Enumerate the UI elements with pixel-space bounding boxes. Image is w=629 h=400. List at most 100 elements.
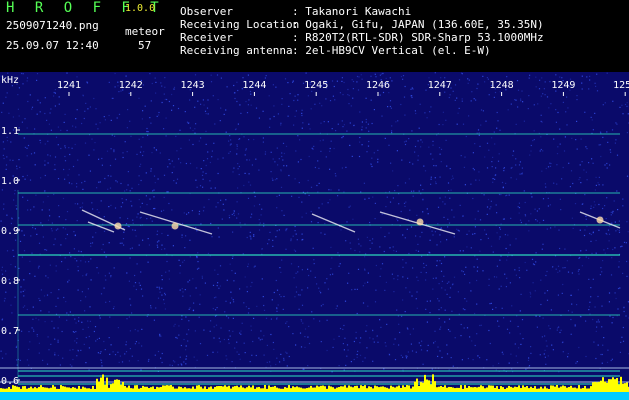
noise-dot [294,178,296,180]
level-bar [432,374,434,392]
noise-dot [328,189,330,191]
noise-dot [261,278,263,280]
noise-dot [422,199,424,201]
noise-dot [318,167,320,169]
noise-dot [338,365,340,367]
noise-dot [10,141,12,143]
noise-dot [449,197,451,199]
noise-dot [185,355,188,357]
level-bar [26,388,28,392]
noise-dot [96,338,98,340]
noise-dot [29,179,32,181]
noise-dot [551,266,554,268]
level-bar [528,388,530,392]
noise-dot [541,77,543,79]
noise-dot [458,230,460,232]
noise-dot [349,122,351,124]
noise-dot [380,227,382,229]
noise-dot [498,325,500,327]
noise-dot [111,134,113,136]
noise-dot [58,316,60,318]
noise-dot [370,99,372,101]
noise-dot [383,250,385,253]
noise-dot [150,217,152,219]
noise-dot [493,276,496,278]
noise-dot [537,103,539,105]
noise-dot [76,76,78,78]
noise-dot [12,249,14,251]
noise-dot [46,294,49,296]
noise-dot [129,248,131,250]
noise-dot [449,330,451,332]
noise-dot [470,100,472,102]
noise-dot [610,359,612,362]
noise-dot [251,213,253,215]
level-bar [212,388,214,392]
noise-dot [19,359,21,361]
meteor-head [416,218,424,226]
level-bar [612,377,614,392]
noise-dot [93,97,95,100]
noise-dot [149,117,151,119]
noise-dot [461,98,463,100]
noise-dot [529,74,531,76]
noise-dot [301,216,303,218]
noise-dot [365,121,367,123]
noise-dot [470,183,472,185]
level-bar [198,385,200,392]
noise-dot [589,75,591,77]
noise-dot [251,354,253,356]
noise-dot [210,74,212,76]
noise-dot [602,184,604,186]
noise-dot [208,198,210,201]
noise-dot [435,165,437,167]
noise-dot [55,305,57,307]
noise-dot [58,103,60,105]
noise-dot [538,88,541,90]
noise-dot [135,341,137,343]
noise-dot [220,327,222,329]
noise-dot [44,174,46,177]
noise-dot [10,263,12,266]
level-bar [226,386,228,392]
noise-dot [473,266,475,268]
noise-dot [165,135,167,137]
noise-dot [479,250,481,252]
noise-dot [434,177,436,179]
noise-dot [133,285,135,287]
noise-dot [193,356,195,358]
noise-dot [21,330,23,332]
noise-dot [466,300,468,302]
noise-dot [168,159,170,161]
noise-dot [83,117,85,120]
level-bar [458,387,460,392]
noise-dot [48,209,50,211]
noise-dot [336,80,338,82]
noise-dot [273,348,275,350]
level-bar [342,386,344,392]
noise-dot [32,227,34,229]
level-bar [328,385,330,392]
noise-dot [601,305,603,307]
level-bar [350,386,352,392]
noise-dot [26,127,28,129]
level-bar [482,386,484,392]
level-bar [470,387,472,392]
noise-dot [376,335,378,337]
noise-dot [194,330,196,332]
noise-dot [545,186,547,188]
noise-dot [411,295,413,297]
noise-dot [67,174,69,176]
noise-dot [297,161,299,163]
noise-dot [77,350,79,352]
noise-dot [84,142,87,144]
noise-dot [457,112,459,114]
noise-dot [612,248,614,251]
noise-dot [80,260,82,262]
meta-observer: Observer: Takanori Kawachi [180,5,412,18]
noise-dot [150,100,152,102]
noise-dot [310,221,313,223]
noise-dot [248,181,250,183]
noise-dot [517,89,520,91]
level-bar [572,387,574,392]
